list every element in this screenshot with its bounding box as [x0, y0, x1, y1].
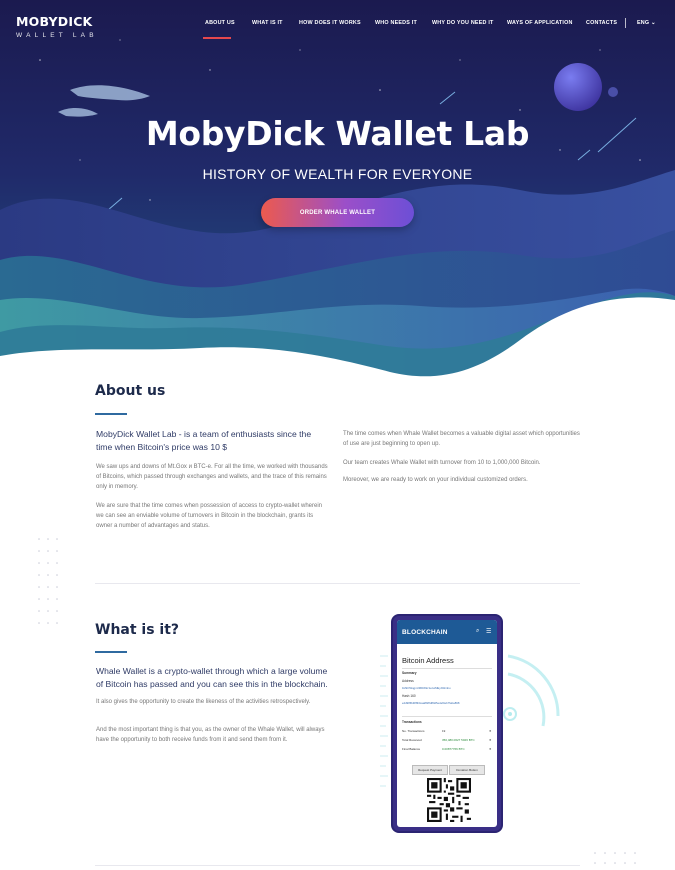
donation-button[interactable]: Donation Button	[449, 765, 485, 775]
lock-icon: ●	[489, 746, 492, 751]
language-selector[interactable]: ENG ⌄	[637, 20, 656, 26]
hero-section: MOBYDICK WALLET LAB ABOUT US WHAT IS IT …	[0, 0, 675, 385]
what-paragraph: And the most important thing is that you…	[96, 727, 325, 743]
planet-icon	[554, 63, 602, 111]
active-nav-indicator	[203, 37, 231, 39]
logo-tagline: WALLET LAB	[16, 32, 98, 39]
what-title-underline	[95, 651, 127, 653]
about-lead: MobyDick Wallet Lab - is a team of enthu…	[96, 429, 312, 452]
language-label: ENG	[637, 20, 650, 26]
hero-background	[0, 0, 675, 385]
row-value: 350,480.0627 5026 BTC	[442, 738, 475, 742]
nav-item-how-does-it-works[interactable]: HOW DOES IT WORKS	[299, 20, 361, 26]
bitcoin-address-title: Bitcoin Address	[402, 656, 454, 665]
decorative-dots	[594, 852, 636, 864]
what-paragraph: It also gives the opportunity to create …	[96, 699, 311, 705]
about-paragraph: We saw ups and downs of Mt.Gox и BTC-e. …	[96, 464, 328, 490]
nav-separator	[625, 18, 626, 28]
divider	[402, 716, 492, 717]
about-paragraph: The time comes when Whale Wallet becomes…	[343, 431, 580, 447]
about-paragraph: Moreover, we are ready to work on your i…	[343, 477, 528, 483]
hash-label: Hash 160	[402, 694, 416, 698]
row-value: 19	[442, 729, 446, 733]
request-payment-button[interactable]: Request Payment	[412, 765, 448, 775]
row-label: Final Balance	[402, 747, 421, 751]
what-title: What is it?	[95, 622, 180, 638]
divider	[402, 668, 492, 669]
nav-item-why-do-you-need-it[interactable]: WHY DO YOU NEED IT	[432, 20, 494, 26]
nav-item-who-needs-it[interactable]: WHO NEEDS IT	[375, 20, 417, 26]
search-icon[interactable]: ⌕	[476, 628, 479, 635]
nav-item-contacts[interactable]: CONTACTS	[586, 20, 617, 26]
lock-icon: ●	[489, 737, 492, 742]
hash-value[interactable]: e4d98f6d0f8fdcaa8bf8d80d5edef0ebf7aba898	[402, 701, 459, 705]
row-label: No. Transactions	[402, 729, 425, 733]
hero-title: MobyDick Wallet Lab	[145, 114, 530, 153]
hero-subtitle: HISTORY OF WEALTH FOR EVERYONE	[202, 166, 473, 182]
phone-mockup: BLOCKCHAIN ⌕ ☰ Bitcoin Address Summary A…	[393, 616, 501, 831]
section-divider	[95, 865, 580, 866]
what-lead: Whale Wallet is a crypto-wallet through …	[96, 666, 328, 689]
summary-label: Summary	[402, 671, 417, 675]
app-title: BLOCKCHAIN	[402, 629, 448, 636]
about-paragraph: We are sure that the time comes when pos…	[96, 503, 322, 529]
about-title-underline	[95, 413, 127, 415]
address-label: Address	[402, 679, 414, 683]
section-divider	[95, 583, 580, 584]
menu-icon[interactable]: ☰	[486, 628, 491, 635]
nav-item-ways-of-application[interactable]: WAYS OF APPLICATION	[507, 20, 573, 26]
order-whale-wallet-button[interactable]: ORDER WHALE WALLET	[261, 198, 414, 227]
row-label: Total Received	[402, 738, 422, 742]
qr-code-icon	[427, 778, 471, 822]
chevron-down-icon: ⌄	[651, 20, 656, 26]
lock-icon: ●	[489, 728, 492, 733]
about-title: About us	[95, 383, 166, 399]
phone-screen: BLOCKCHAIN ⌕ ☰ Bitcoin Address Summary A…	[397, 620, 497, 827]
decorative-dots	[38, 538, 58, 624]
row-value: 0.00877766 BTC	[442, 747, 465, 751]
transactions-label: Transactions	[402, 720, 422, 724]
about-paragraph: Our team creates Whale Wallet with turno…	[343, 460, 541, 466]
app-header: BLOCKCHAIN ⌕ ☰	[397, 620, 497, 644]
nav-item-what-is-it[interactable]: WHAT IS IT	[252, 20, 283, 26]
main-nav: ABOUT US WHAT IS IT HOW DOES IT WORKS WH…	[0, 18, 675, 39]
address-value[interactable]: 1MkOWqgnUMDWkz1ezwMEyAWmbu	[402, 686, 451, 690]
nav-item-about-us[interactable]: ABOUT US	[205, 20, 235, 26]
